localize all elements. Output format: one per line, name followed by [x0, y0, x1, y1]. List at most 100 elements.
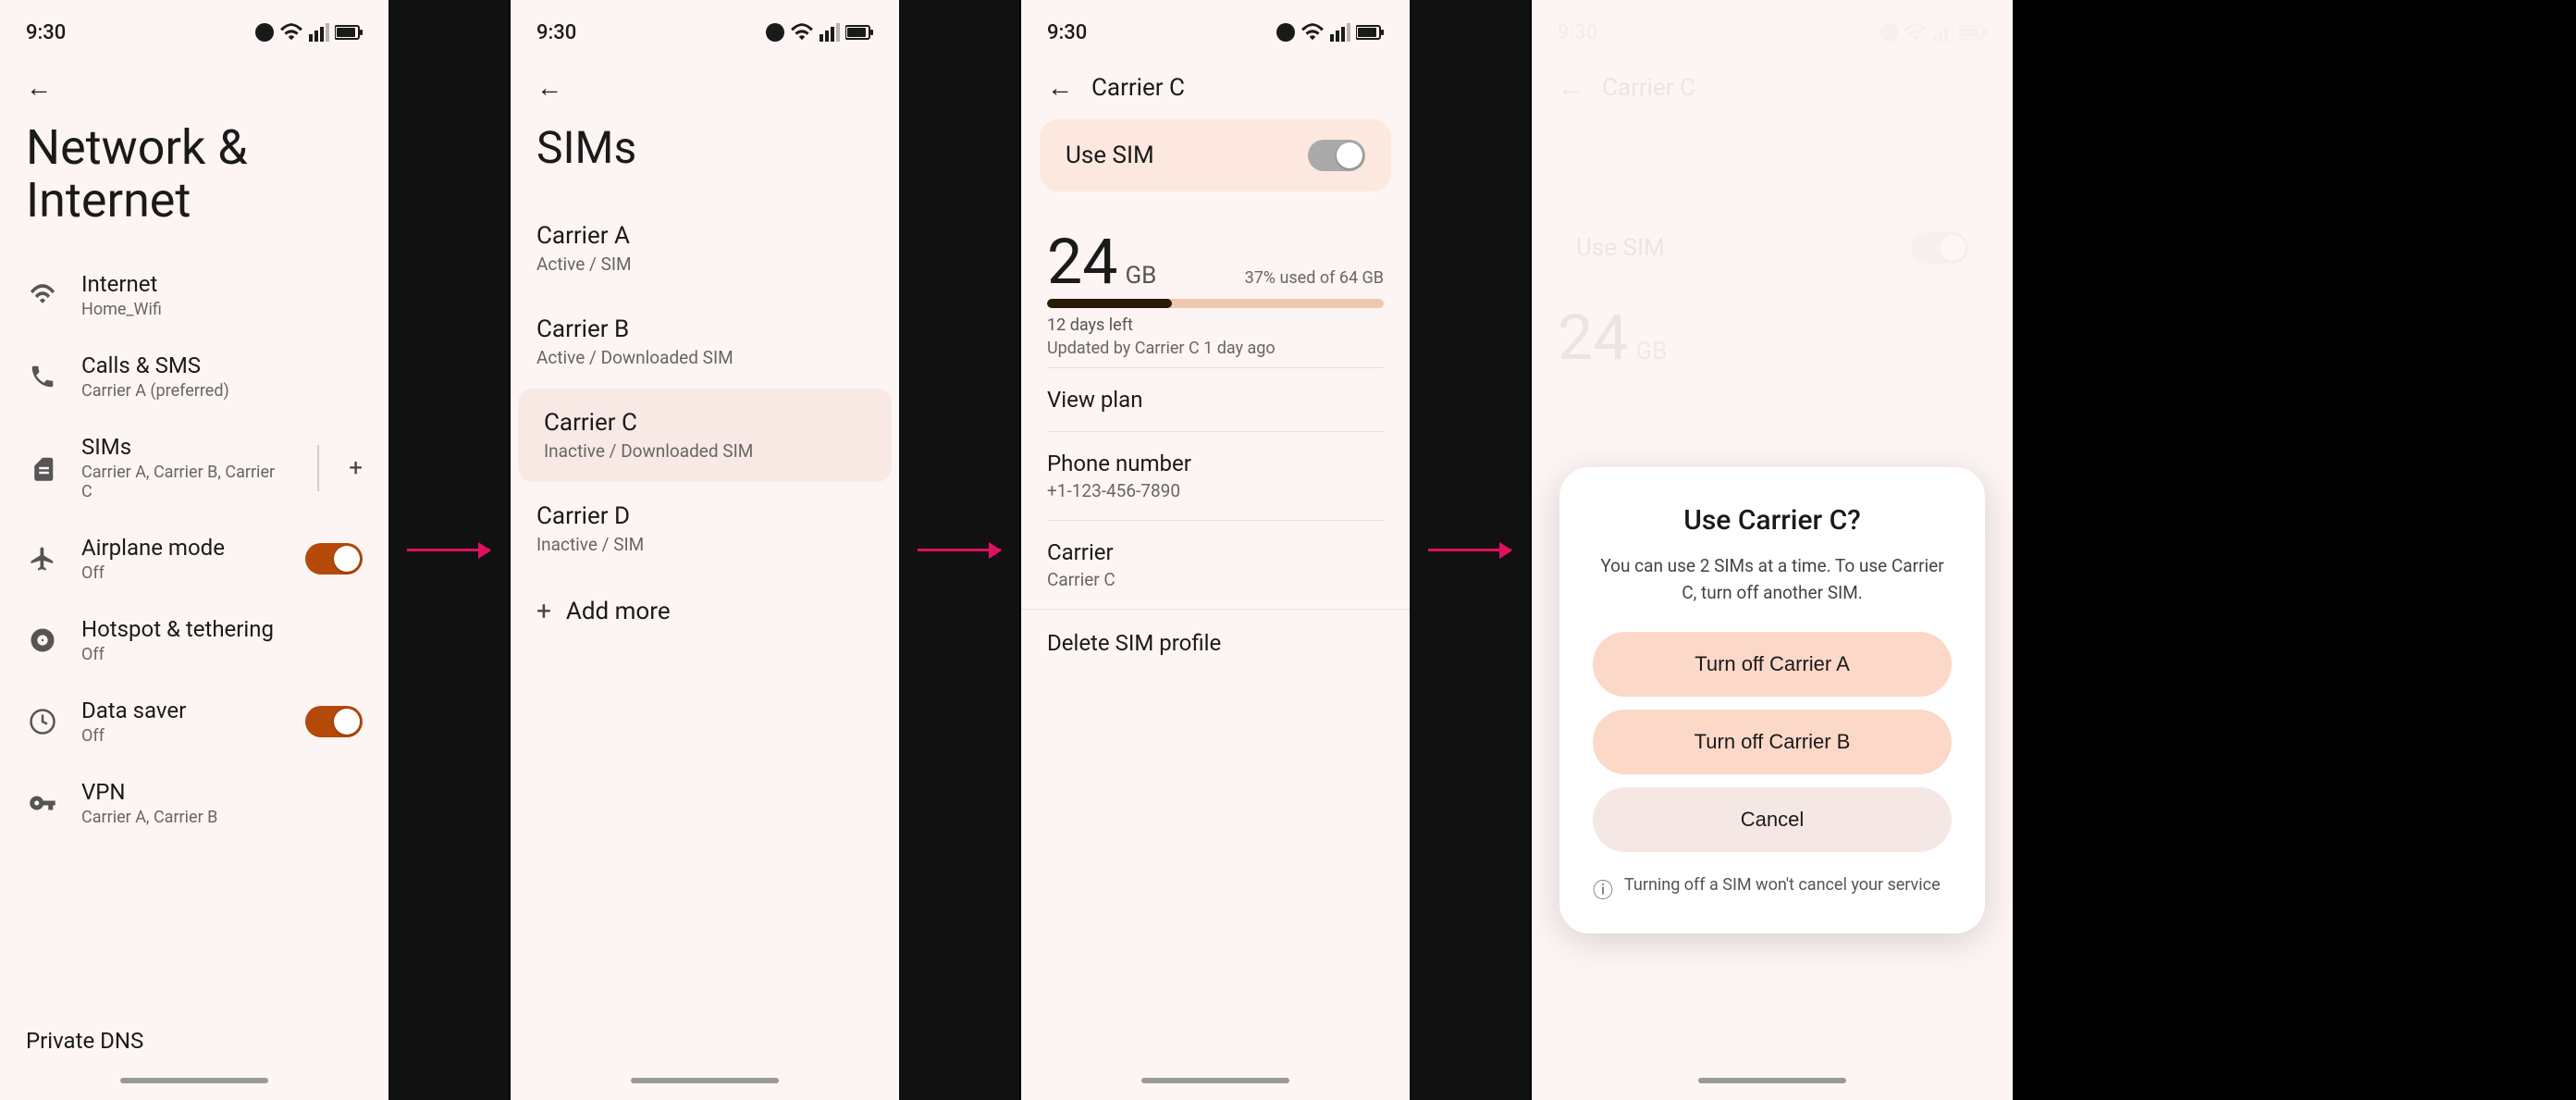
menu-item-internet[interactable]: Internet Home_Wifi	[0, 254, 388, 336]
arrow-2	[918, 549, 1001, 551]
add-more-label: Add more	[566, 598, 671, 625]
status-icons-2	[766, 23, 873, 42]
airplane-toggle-knob	[334, 546, 360, 572]
menu-item-sims[interactable]: SIMs Carrier A, Carrier B, Carrier C +	[0, 417, 388, 518]
use-sim-row: Use SIM	[1040, 119, 1391, 192]
divider-2	[899, 0, 1019, 1100]
arrow-line-1	[407, 549, 490, 551]
sims-label: SIMs	[81, 434, 288, 460]
hotspot-label: Hotspot & tethering	[81, 616, 363, 642]
menu-text-calls-sms: Calls & SMS Carrier A (preferred)	[81, 352, 363, 401]
menu-text-data-saver: Data saver Off	[81, 698, 283, 746]
phone-icon	[26, 360, 59, 393]
cancel-button[interactable]: Cancel	[1593, 787, 1952, 852]
sim-item-carrier-d[interactable]: Carrier D Inactive / SIM	[511, 482, 899, 575]
bottom-bar-4	[1698, 1078, 1846, 1083]
dialog-title: Use Carrier C?	[1593, 504, 1952, 537]
add-more-button[interactable]: + Add more	[511, 575, 899, 647]
sim-item-carrier-a[interactable]: Carrier A Active / SIM	[511, 202, 899, 295]
carrier-b-name: Carrier B	[536, 315, 873, 343]
divider-1	[388, 0, 509, 1100]
carrier-a-status: Active / SIM	[536, 253, 873, 275]
menu-text-sims: SIMs Carrier A, Carrier B, Carrier C	[81, 434, 288, 501]
data-usage-text: 37% used of 64 GB	[1245, 268, 1384, 288]
carrier-d-name: Carrier D	[536, 502, 873, 530]
internet-label: Internet	[81, 271, 363, 297]
battery-status-icon-3	[1356, 24, 1384, 41]
status-bar-3: 9:30	[1021, 0, 1410, 56]
view-plan-label: View plan	[1047, 387, 1384, 413]
dialog-body: You can use 2 SIMs at a time. To use Car…	[1593, 553, 1952, 606]
data-gb-unit: GB	[1125, 262, 1156, 290]
sims-sublabel: Carrier A, Carrier B, Carrier C	[81, 463, 288, 501]
sim-item-carrier-c[interactable]: Carrier C Inactive / Downloaded SIM	[518, 389, 892, 482]
use-sim-toggle[interactable]	[1308, 140, 1365, 171]
back-button-3[interactable]: ← Carrier C	[1021, 56, 1410, 103]
calls-sms-label: Calls & SMS	[81, 352, 363, 378]
data-saver-toggle[interactable]	[305, 706, 363, 737]
sims-add-button[interactable]: +	[349, 454, 363, 482]
use-sim-label: Use SIM	[1066, 142, 1154, 169]
menu-text-internet: Internet Home_Wifi	[81, 271, 363, 319]
hotspot-sublabel: Off	[81, 645, 363, 664]
menu-text-vpn: VPN Carrier A, Carrier B	[81, 779, 363, 827]
carrier-row: Carrier Carrier C	[1047, 520, 1384, 609]
view-plan-row[interactable]: View plan	[1047, 367, 1384, 431]
hotspot-icon	[26, 624, 59, 657]
carrier-b-status: Active / Downloaded SIM	[536, 347, 873, 368]
add-more-icon: +	[536, 596, 551, 626]
back-arrow-icon-3: ←	[1047, 72, 1073, 103]
dialog-footer: ⓘ Turning off a SIM won't cancel your se…	[1593, 872, 1952, 904]
carrier-info-section: View plan Phone number +1-123-456-7890 C…	[1021, 367, 1410, 609]
wifi-status-icon	[279, 23, 303, 42]
screen-carrier-c-dialog: 9:30 ← Carri	[1532, 0, 2013, 1100]
signal-status-icon	[309, 23, 329, 42]
bottom-bar-2	[631, 1078, 779, 1083]
back-arrow-icon-2: ←	[536, 72, 562, 103]
camera-indicator-1	[255, 23, 274, 42]
menu-item-hotspot[interactable]: Hotspot & tethering Off	[0, 599, 388, 681]
menu-item-calls-sms[interactable]: Calls & SMS Carrier A (preferred)	[0, 336, 388, 417]
wifi-status-icon-2	[790, 23, 814, 42]
back-button-1[interactable]: ←	[0, 56, 388, 103]
data-bar-bg	[1047, 299, 1384, 308]
use-sim-toggle-knob	[1337, 142, 1362, 168]
phone-number-row: Phone number +1-123-456-7890	[1047, 431, 1384, 520]
battery-status-icon-2	[845, 24, 873, 41]
info-icon: ⓘ	[1593, 874, 1613, 904]
turn-off-carrier-b-button[interactable]: Turn off Carrier B	[1593, 710, 1952, 774]
bottom-bar-1	[120, 1078, 268, 1083]
menu-item-private-dns[interactable]: Private DNS	[26, 1028, 143, 1054]
status-bar-2: 9:30	[511, 0, 899, 56]
menu-item-vpn[interactable]: VPN Carrier A, Carrier B	[0, 762, 388, 844]
carrier-row-label: Carrier	[1047, 539, 1384, 565]
sim-item-carrier-b[interactable]: Carrier B Active / Downloaded SIM	[511, 295, 899, 389]
private-dns-label: Private DNS	[26, 1028, 143, 1054]
airplane-toggle[interactable]	[305, 543, 363, 575]
carrier-c-nav-title: Carrier C	[1091, 74, 1185, 102]
arrow-1	[407, 549, 490, 551]
menu-item-airplane-mode[interactable]: Airplane mode Off	[0, 518, 388, 599]
carrier-d-status: Inactive / SIM	[536, 534, 873, 555]
carrier-row-value: Carrier C	[1047, 569, 1384, 590]
data-days: 12 days left	[1047, 315, 1384, 335]
turn-off-carrier-a-button[interactable]: Turn off Carrier A	[1593, 632, 1952, 697]
calls-sms-sublabel: Carrier A (preferred)	[81, 381, 363, 401]
signal-status-icon-2	[820, 23, 840, 42]
delete-sim-label: Delete SIM profile	[1047, 630, 1221, 656]
camera-indicator-2	[766, 23, 784, 42]
airplane-label: Airplane mode	[81, 535, 283, 561]
menu-item-data-saver[interactable]: Data saver Off	[0, 681, 388, 762]
phone-number-label: Phone number	[1047, 451, 1384, 476]
arrow-3	[1428, 549, 1511, 551]
arrow-line-2	[918, 549, 1001, 551]
data-gb-display: 24 GB 37% used of 64 GB	[1047, 225, 1384, 299]
dialog-footer-text: Turning off a SIM won't cancel your serv…	[1624, 872, 1941, 897]
data-saver-toggle-knob	[334, 709, 360, 735]
data-section: 24 GB 37% used of 64 GB 12 days left Upd…	[1021, 208, 1410, 367]
bottom-bar-3	[1141, 1078, 1289, 1083]
arrow-line-3	[1428, 549, 1511, 551]
page-title-1: Network & Internet	[0, 103, 388, 254]
back-button-2[interactable]: ←	[511, 56, 899, 103]
delete-sim-profile[interactable]: Delete SIM profile	[1021, 609, 1410, 676]
